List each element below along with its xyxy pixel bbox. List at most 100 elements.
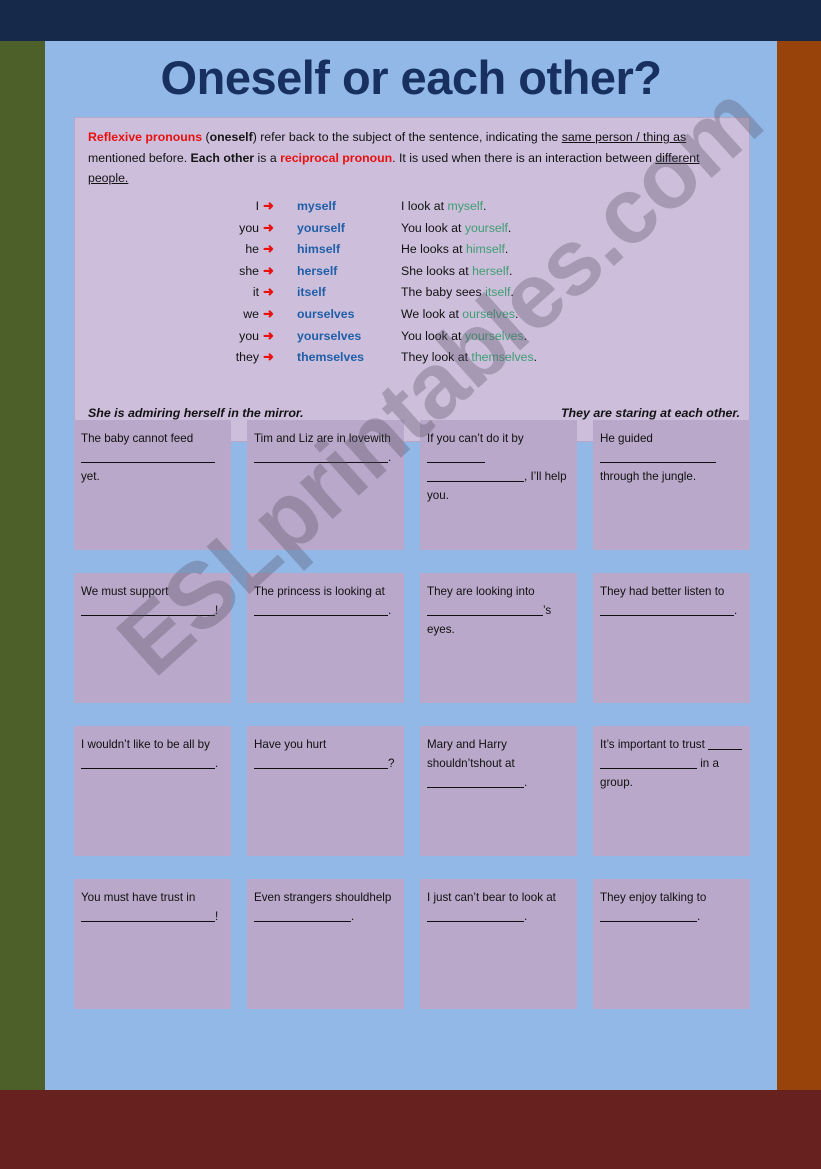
exercise-cell[interactable]: I wouldn’t like to be all by. <box>74 726 231 856</box>
decorative-frame-top <box>0 0 821 41</box>
exercise-text-c: . <box>351 910 355 923</box>
pronoun-row: she ➜ herself She looks at herself. <box>197 263 737 285</box>
example-suffix: . <box>533 350 538 365</box>
example-suffix: . <box>483 199 487 213</box>
exercise-cell[interactable]: Even strangers shouldhelp . <box>247 879 404 1009</box>
exercise-text-c: ! <box>215 910 219 923</box>
answer-blank[interactable] <box>81 756 215 769</box>
exercise-text-a: The baby cannot feed <box>81 432 194 445</box>
reflexive-pronoun: itself <box>297 285 326 300</box>
example-captions: She is admiring herself in the mirror. T… <box>88 406 740 420</box>
exercise-text-a: I just can’t bear to look at <box>427 891 556 904</box>
exercise-cell[interactable]: The princess is looking at. <box>247 573 404 703</box>
pronoun-example-sentence: He looks at himself. <box>395 242 737 256</box>
exercise-cell[interactable]: I just can’t bear to look at. <box>420 879 577 1009</box>
exercise-cell[interactable]: Have you hurt? <box>247 726 404 856</box>
exercise-cell[interactable]: You must have trust in! <box>74 879 231 1009</box>
exercise-cell[interactable]: Mary and Harry shouldn’tshout at . <box>420 726 577 856</box>
example-prefix: We look at <box>401 306 463 321</box>
explanation-text-2: ) refer back to the subject of the sente… <box>252 130 562 144</box>
exercise-cell[interactable]: They enjoy talking to. <box>593 879 750 1009</box>
answer-blank[interactable] <box>427 775 524 788</box>
answer-blank[interactable] <box>600 909 697 922</box>
exercise-row: I wouldn’t like to be all by. Have you hu… <box>74 726 750 856</box>
arrow-right-icon: ➜ <box>263 305 274 321</box>
pronoun-subject: you <box>239 328 259 343</box>
caption-reciprocal-example: They are staring at each other. <box>560 406 740 420</box>
exercise-text-c: ! <box>215 604 219 617</box>
arrow-right-icon: ➜ <box>263 198 274 213</box>
pronoun-subject: you <box>239 220 259 235</box>
pronoun-example-sentence: The baby sees itself. <box>395 285 737 299</box>
example-highlight-word: itself <box>485 285 511 300</box>
explanation-text-5: . It is used when there is an interactio… <box>392 150 656 165</box>
exercise-cell[interactable]: It’s important to trust in a group. <box>593 726 750 856</box>
answer-blank[interactable] <box>600 603 734 616</box>
exercise-cell[interactable]: If you can’t do it by , I’ll help you. <box>420 420 577 550</box>
page-title: Oneself or each other? <box>160 51 662 104</box>
exercise-text-b: through the jungle. <box>600 470 697 483</box>
decorative-frame-bottom <box>0 1090 821 1169</box>
exercise-text-c: . <box>524 910 528 923</box>
exercise-row: The baby cannot feed yet. Tim and Liz are… <box>74 420 750 550</box>
pronoun-example-sentence: They look at themselves. <box>395 350 737 364</box>
pronoun-row: he ➜ himself He looks at himself. <box>197 241 737 263</box>
reflexive-pronoun: herself <box>297 263 338 278</box>
answer-blank[interactable] <box>254 756 388 769</box>
example-highlight-word: themselves <box>471 350 534 365</box>
pronoun-row: you ➜ yourself You look at yourself. <box>197 220 737 242</box>
exercise-text-a: He guided <box>600 432 653 445</box>
exercise-text-a: The princess is looking at <box>254 585 385 598</box>
pronoun-subject: they <box>235 350 259 365</box>
arrow-right-icon: ➜ <box>263 262 274 278</box>
answer-blank[interactable] <box>600 450 716 463</box>
answer-blank[interactable] <box>427 603 543 616</box>
exercise-cell[interactable]: We must support! <box>74 573 231 703</box>
explanation-underline-1: same person / thing as <box>561 130 687 144</box>
pronoun-example-sentence: We look at ourselves. <box>395 307 737 321</box>
arrow-right-icon: ➜ <box>263 284 274 300</box>
answer-blank[interactable] <box>600 756 697 769</box>
exercise-cell[interactable]: They are looking into’s eyes. <box>420 573 577 703</box>
example-highlight-word: ourselves <box>462 306 515 321</box>
answer-blank[interactable] <box>254 450 388 463</box>
answer-blank[interactable] <box>427 909 524 922</box>
answer-blank[interactable] <box>81 909 215 922</box>
pronoun-subject: it <box>252 285 259 300</box>
answer-blank[interactable] <box>427 469 524 482</box>
exercise-text-c: yet. <box>81 470 100 483</box>
explanation-text-3: mentioned before. <box>88 150 191 165</box>
example-suffix: . <box>507 220 512 235</box>
example-prefix: You look at <box>401 220 465 235</box>
exercise-cell[interactable]: He guided through the jungle. <box>593 420 750 550</box>
answer-blank[interactable] <box>254 909 351 922</box>
answer-blank[interactable] <box>427 450 485 463</box>
grammar-explanation-panel: Reflexive pronouns (oneself) refer back … <box>74 117 750 442</box>
example-highlight-word: myself <box>447 199 484 213</box>
explanation-text-4: is a <box>254 150 281 165</box>
exercise-text-a: Have you hurt <box>254 738 327 751</box>
reflexive-pronoun: himself <box>297 242 341 257</box>
pronoun-example-sentence: I look at myself. <box>395 199 737 213</box>
example-suffix: . <box>523 328 528 343</box>
example-suffix: . <box>514 306 519 321</box>
exercise-cell[interactable]: Tim and Liz are in lovewith . <box>247 420 404 550</box>
exercise-text-c: . <box>215 757 219 770</box>
exercise-cell[interactable]: The baby cannot feed yet. <box>74 420 231 550</box>
answer-blank[interactable] <box>708 737 743 750</box>
exercise-text-c: . <box>524 776 528 789</box>
explanation-paragraph: Reflexive pronouns (oneself) refer back … <box>88 127 738 189</box>
answer-blank[interactable] <box>254 603 388 616</box>
exercise-text-a: You must have trust in <box>81 891 196 904</box>
example-prefix: They look at <box>401 350 472 365</box>
exercise-text-b: shout at <box>473 757 515 770</box>
term-reciprocal-pronoun: reciprocal pronoun <box>280 150 393 165</box>
term-each-other: Each other <box>190 150 255 165</box>
pronoun-row: they ➜ themselves They look at themselves. <box>197 349 737 371</box>
explanation-text-1: ( <box>202 130 210 144</box>
exercise-grid: The baby cannot feed yet. Tim and Liz are… <box>74 420 750 1032</box>
example-prefix: The baby sees <box>401 285 486 300</box>
answer-blank[interactable] <box>81 603 215 616</box>
answer-blank[interactable] <box>81 450 215 463</box>
exercise-cell[interactable]: They had better listen to. <box>593 573 750 703</box>
